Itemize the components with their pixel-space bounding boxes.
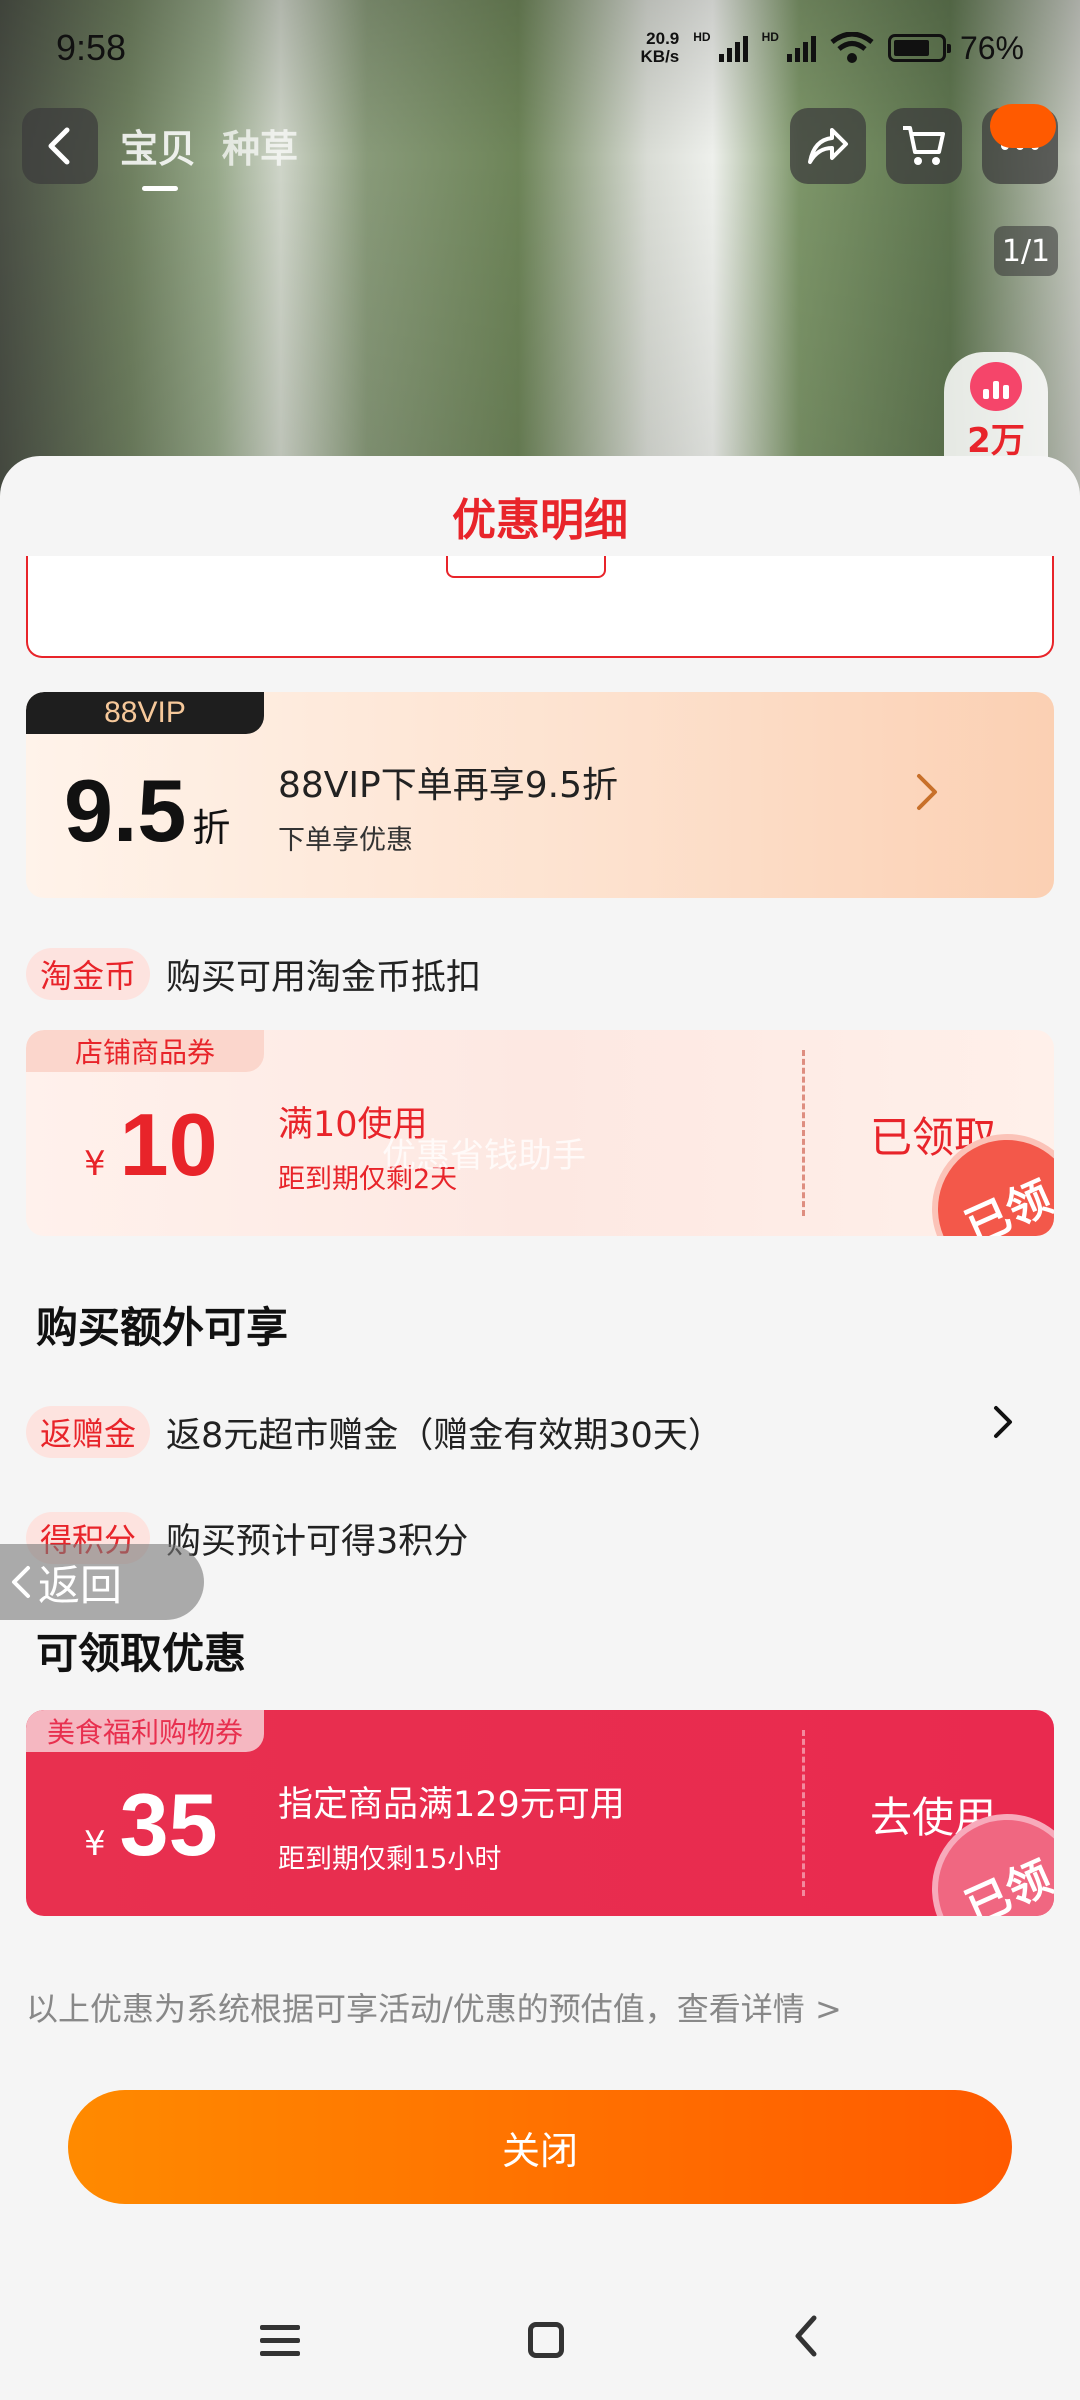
- battery-icon: [887, 34, 951, 62]
- float-back-label: 返回: [38, 1560, 123, 1610]
- vip-title: 88VIP下单再享9.5折: [278, 765, 619, 806]
- vip-tag: 88VIP: [26, 692, 264, 734]
- chevron-right-icon[interactable]: [914, 766, 940, 824]
- discount-detail-sheet: 优惠明细 88VIP 9.5 折 88VIP下单再享9.5折 下单享优惠 淘金币…: [0, 456, 1080, 2400]
- tab-seeding[interactable]: 种草: [222, 118, 298, 173]
- status-icons: 20.9 KB/s HD HD 76%: [641, 30, 1024, 67]
- tab-item[interactable]: 宝贝: [120, 118, 196, 191]
- food-coupon-text: 指定商品满129元可用 距到期仅剩15小时: [278, 1776, 625, 1876]
- home-icon[interactable]: [528, 2322, 564, 2358]
- close-button[interactable]: 关闭: [68, 2090, 1012, 2204]
- signal-icon: [718, 34, 748, 62]
- product-nav-tabs: 宝贝 种草: [120, 118, 298, 191]
- back-arrow-icon[interactable]: [22, 108, 98, 184]
- status-time: 9:58: [56, 27, 127, 68]
- footnote-link[interactable]: 以上优惠为系统根据可享活动/优惠的预估值，查看详情 >: [26, 1984, 842, 2030]
- taojinbi-tag: 淘金币: [26, 948, 151, 1000]
- food-coupon-card[interactable]: 美食福利购物券 ¥ 35 指定商品满129元可用 距到期仅剩15小时 去使用 已…: [26, 1710, 1054, 1916]
- share-icon[interactable]: [790, 108, 866, 184]
- coupon-divider: [802, 1730, 805, 1896]
- system-nav-bar: [0, 2280, 1080, 2400]
- net-speed: 20.9 KB/s: [640, 29, 680, 66]
- vip-discount: 9.5 折: [64, 761, 231, 860]
- coupon-divider: [802, 1050, 805, 1216]
- chevron-left-icon: [12, 1566, 30, 1598]
- shop-coupon-card[interactable]: 店铺商品券 ¥ 10 满10使用 距到期仅剩2天 优惠省钱助手 已领取 已领: [26, 1030, 1054, 1236]
- food-coupon-tag: 美食福利购物券: [26, 1710, 264, 1752]
- product-topbar: 宝贝 种草: [0, 108, 1080, 191]
- image-counter: 1/1: [994, 226, 1058, 276]
- taojinbi-row: 淘金币 购买可用淘金币抵扣: [26, 948, 481, 1000]
- taojinbi-text: 购买可用淘金币抵扣: [166, 957, 482, 998]
- message-badge: [990, 104, 1056, 148]
- float-back-button[interactable]: 返回: [0, 1544, 204, 1620]
- points-text: 购买预计可得3积分: [166, 1521, 469, 1562]
- shop-coupon-tag: 店铺商品券: [26, 1030, 264, 1072]
- hd-label-2: HD: [761, 29, 779, 44]
- battery-level: 76%: [959, 29, 1024, 66]
- extra-benefits-title: 购买额外可享: [36, 1303, 289, 1352]
- claimable-title: 可领取优惠: [36, 1629, 247, 1678]
- rebate-row[interactable]: 返赠金 返8元超市赠金（赠金有效期30天）: [26, 1406, 1054, 1458]
- vip-text: 88VIP下单再享9.5折 下单享优惠: [278, 756, 618, 857]
- cart-icon[interactable]: [886, 108, 962, 184]
- nav-back-icon[interactable]: [792, 2314, 820, 2367]
- chevron-right-icon[interactable]: [992, 1402, 1016, 1453]
- previous-card-edge: [26, 556, 1054, 658]
- sheet-title: 优惠明细: [452, 495, 628, 546]
- side-stat-count: 2万: [967, 421, 1025, 461]
- signal-icon-2: [786, 34, 816, 62]
- watermark-text: 优惠省钱助手: [382, 1136, 586, 1176]
- chart-icon: [970, 362, 1022, 411]
- food-coupon-amount: ¥ 35: [84, 1775, 218, 1874]
- wifi-icon: [830, 32, 874, 63]
- shop-coupon-amount: ¥ 10: [84, 1095, 218, 1194]
- vip-subtitle: 下单享优惠: [278, 825, 413, 856]
- hd-label: HD: [693, 29, 711, 44]
- rebate-text: 返8元超市赠金（赠金有效期30天）: [166, 1415, 723, 1456]
- status-bar: 9:58 20.9 KB/s HD HD 76%: [0, 0, 1080, 96]
- vip-discount-card[interactable]: 88VIP 9.5 折 88VIP下单再享9.5折 下单享优惠: [26, 692, 1054, 898]
- food-coupon-expiry: 距到期仅剩15小时: [278, 1844, 502, 1875]
- side-stat[interactable]: 2万: [944, 352, 1048, 462]
- rebate-tag: 返赠金: [26, 1406, 151, 1458]
- food-coupon-condition: 指定商品满129元可用: [278, 1785, 625, 1825]
- menu-icon[interactable]: [260, 2324, 300, 2356]
